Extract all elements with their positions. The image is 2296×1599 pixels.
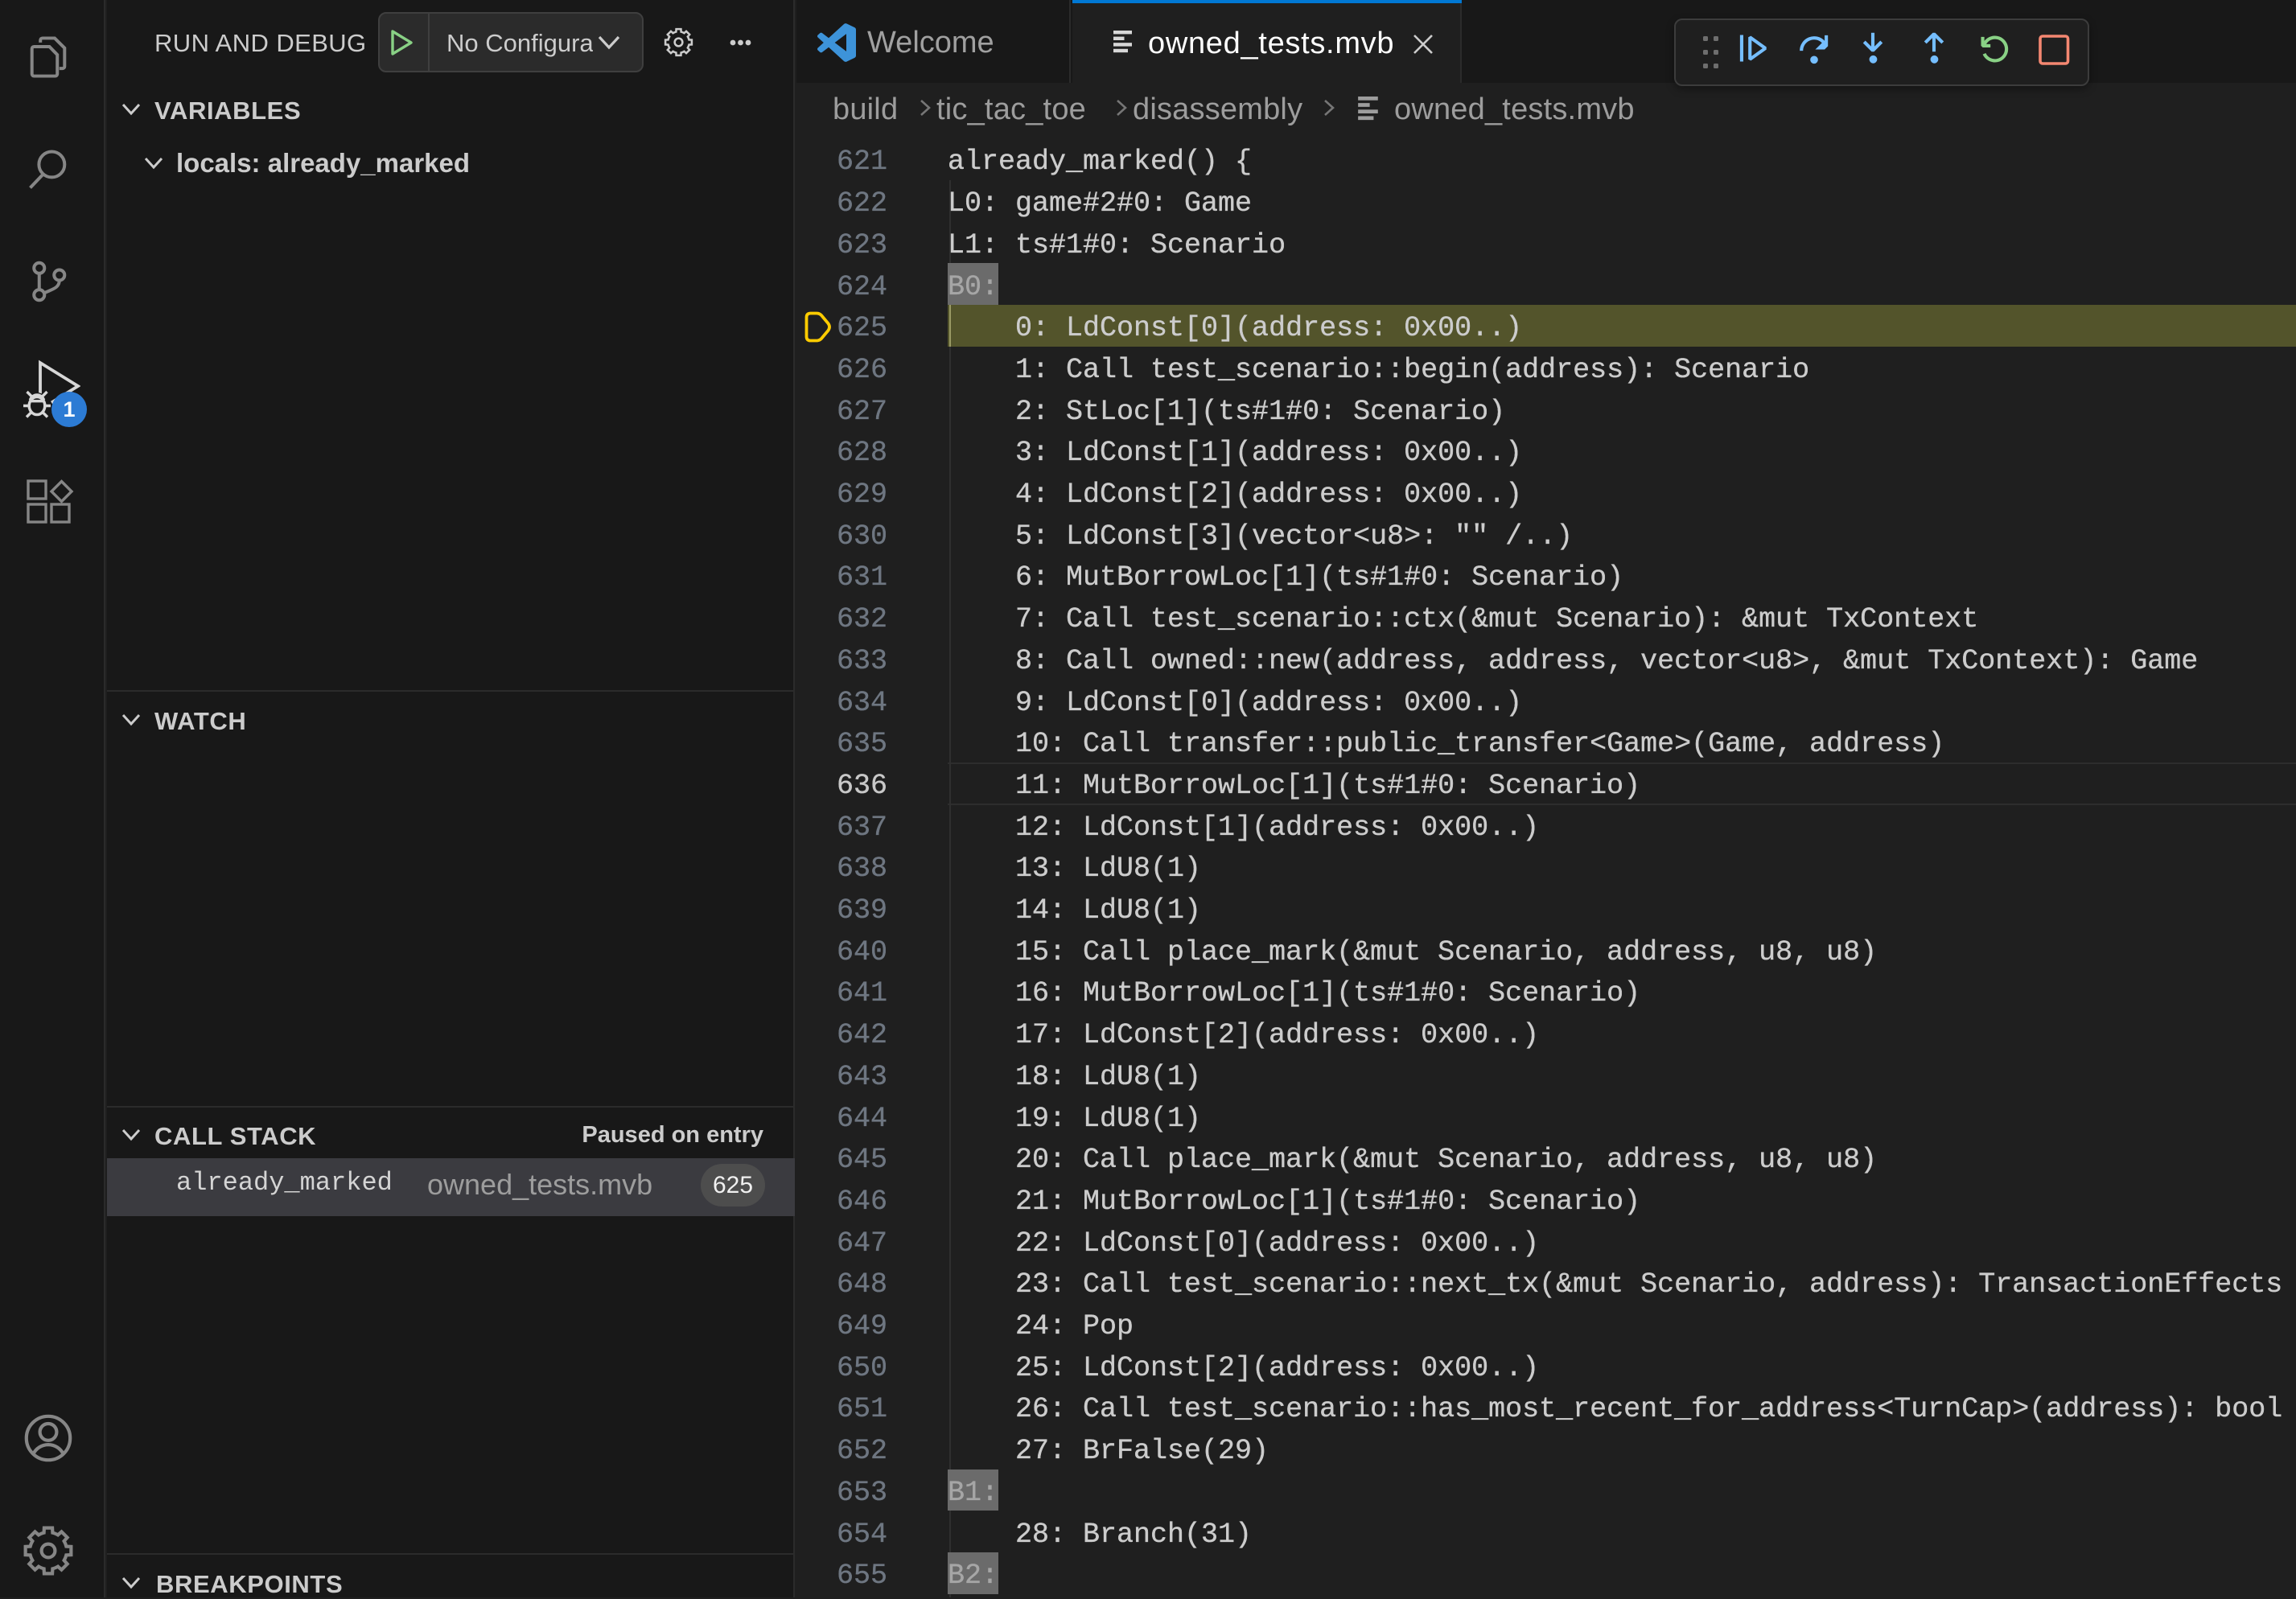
svg-text:1: 1 bbox=[63, 397, 75, 421]
